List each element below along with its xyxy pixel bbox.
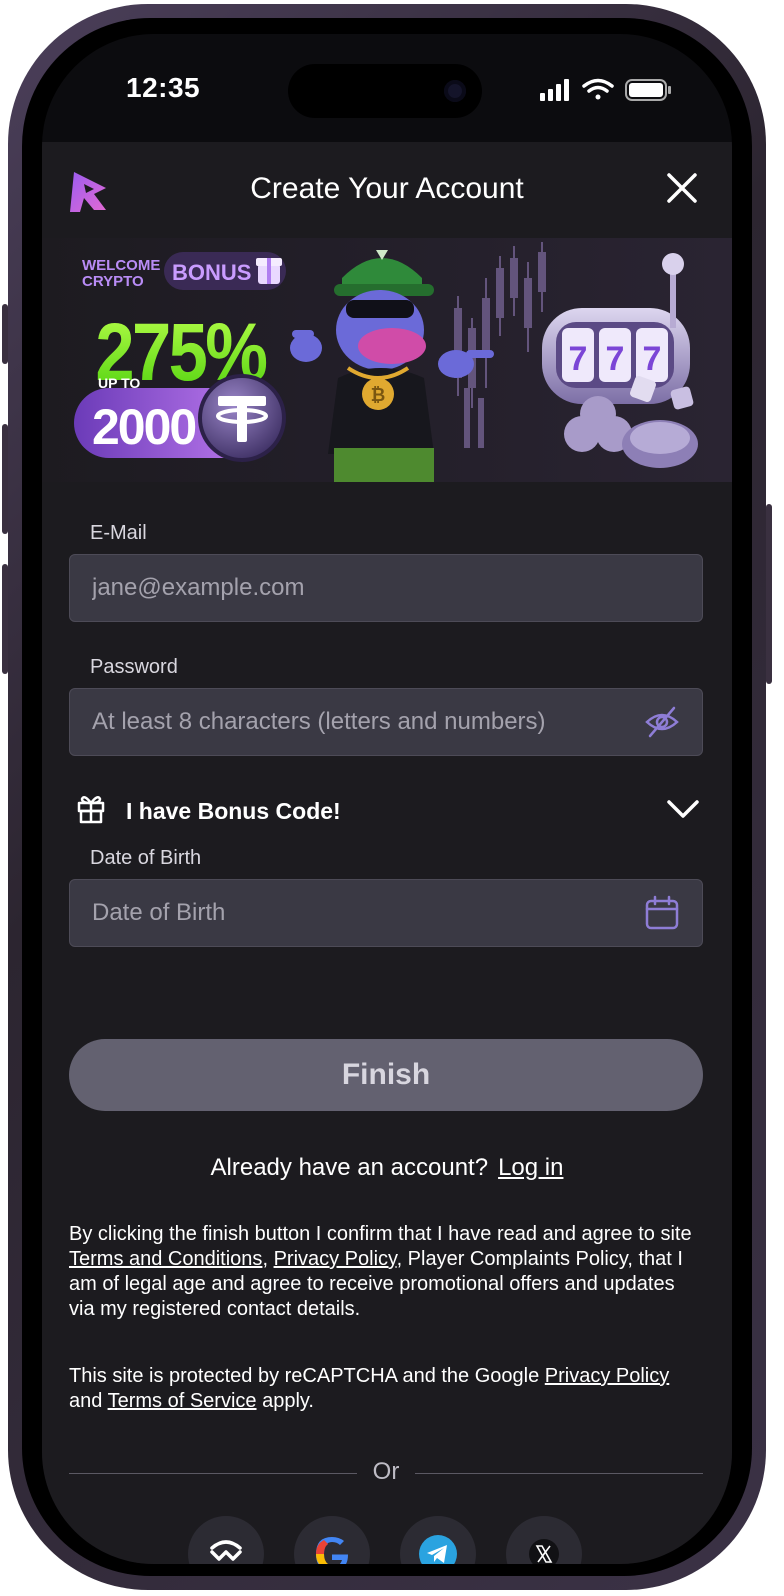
svg-text:7: 7 [569,340,588,378]
password-label: Password [90,656,178,678]
screen: 12:35 Create Your Account 7 7 7 ₿ WELCOM… [42,34,732,1564]
status-time: 12:35 [126,72,201,103]
terms-link[interactable]: Terms and Conditions [69,1248,262,1270]
divider-line-right [415,1473,703,1474]
gift-icon [76,792,106,824]
bonus-code-label: I have Bonus Code! [126,798,341,824]
finish-button[interactable]: Finish [69,1039,703,1111]
banner-bonus: BONUS [172,260,251,285]
walletconnect-icon [208,1538,244,1564]
wifi-icon [582,78,614,100]
recaptcha-and: and [69,1390,108,1412]
slot-machine-art: 7 7 7 [542,253,698,468]
modal-header: Create Your Account [42,142,732,238]
modal-title: Create Your Account [250,172,524,205]
banner-up-to: UP TO [98,375,140,391]
terms-text-a: By clicking the finish button I confirm … [69,1223,692,1245]
status-bar: 12:35 [42,34,732,142]
x-icon [528,1538,560,1564]
google-terms-link[interactable]: Terms of Service [108,1390,257,1412]
mascot-frog-art: ₿ [290,250,494,482]
recaptcha-text-a: This site is protected by reCAPTCHA and … [69,1365,545,1387]
promo-banner: 7 7 7 ₿ WELCOME CRYPTO BONUS 275% UP TO … [42,238,732,482]
banner-welcome: WELCOME [82,257,160,274]
power-button [766,504,772,684]
calendar-icon[interactable] [644,895,680,931]
dynamic-island [288,64,482,118]
google-privacy-link[interactable]: Privacy Policy [545,1365,669,1387]
candlestick-chart-art [454,242,546,448]
email-label: E-Mail [90,522,147,544]
dob-label: Date of Birth [90,847,202,869]
svg-text:7: 7 [643,340,662,378]
signal-icon [540,79,569,101]
volume-up-button [2,424,8,534]
terms-comma: , [262,1248,274,1270]
bonus-code-toggle[interactable]: I have Bonus Code! [42,782,732,838]
svg-text:7: 7 [606,340,625,378]
login-prompt: Already have an account? Log in [42,1154,732,1182]
terms-notice: By clicking the finish button I confirm … [69,1222,705,1322]
walletconnect-button[interactable] [188,1516,264,1564]
login-prompt-text: Already have an account? [210,1154,489,1181]
login-link[interactable]: Log in [498,1154,563,1181]
telegram-login-button[interactable] [400,1516,476,1564]
front-camera [444,80,466,102]
eye-off-icon[interactable] [644,704,680,740]
x-login-button[interactable] [506,1516,582,1564]
banner-amount: 2000 [92,399,195,455]
google-icon [312,1534,352,1564]
close-icon[interactable] [666,172,698,204]
privacy-link[interactable]: Privacy Policy [274,1248,397,1270]
gift-box-icon [256,258,282,284]
password-input[interactable] [69,688,703,756]
telegram-icon [418,1534,458,1564]
signup-modal: Create Your Account 7 7 7 ₿ WELCOME CRYP… [42,142,732,1564]
recaptcha-text-b: apply. [256,1390,314,1412]
dob-input[interactable] [69,879,703,947]
volume-down-button [2,564,8,674]
recaptcha-notice: This site is protected by reCAPTCHA and … [69,1364,705,1414]
banner-crypto: CRYPTO [82,273,144,290]
email-input[interactable] [69,554,703,622]
google-login-button[interactable] [294,1516,370,1564]
status-icons [540,78,672,102]
action-button [2,304,8,364]
svg-text:₿: ₿ [371,385,386,405]
chevron-down-icon [666,798,700,820]
or-text: Or [372,1458,400,1485]
battery-icon [625,79,671,101]
or-divider: Or [69,1458,703,1488]
